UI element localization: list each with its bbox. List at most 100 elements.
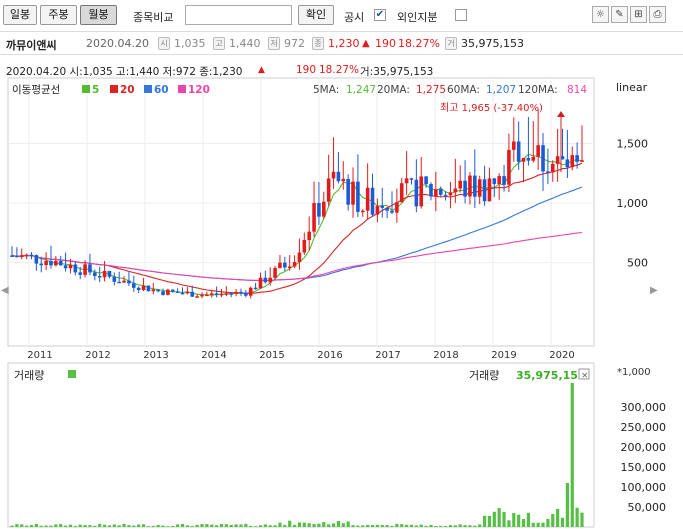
volume-bar [219, 524, 224, 527]
volume-bar [565, 483, 569, 527]
volume-bar [229, 524, 233, 527]
volume-bar [156, 525, 160, 527]
volume-bar [546, 518, 550, 527]
header-up-icon: ▲ [258, 65, 265, 75]
scroll-right-icon[interactable]: ▶ [650, 285, 658, 296]
volume-bar [239, 524, 243, 527]
crosshair-icon[interactable]: ⊞ [630, 6, 647, 23]
monthly-button[interactable]: 월봉 [80, 5, 117, 25]
volume-bar [468, 525, 472, 527]
x-tick-label: 2020 [549, 350, 574, 361]
volume-bar [575, 507, 579, 527]
pencil-icon[interactable]: ✎ [611, 6, 628, 23]
volume-bar [517, 514, 521, 527]
candle-body [244, 292, 248, 296]
scroll-left-icon[interactable]: ◀ [1, 285, 9, 296]
volume-bar [361, 525, 365, 527]
close-badge: 종 [312, 37, 324, 50]
volume-bar [322, 522, 326, 527]
candle-body [580, 160, 584, 162]
volume-bar [414, 525, 418, 527]
bulb-icon[interactable]: ☼ [592, 6, 609, 23]
scale-label[interactable]: linear [616, 81, 648, 94]
ma-title: 이동평균선 [12, 84, 60, 96]
ma120-label: 120MA: [518, 84, 558, 96]
weekly-button[interactable]: 주봉 [40, 5, 77, 25]
volume-bar [244, 523, 248, 527]
volume-bar [273, 525, 277, 527]
toolbar: 일봉 주봉 월봉 종목비교 확인 공시 ✔ 외인지분 ☼ ✎ ⊞ ⎙ [0, 0, 683, 30]
candle-body [49, 260, 53, 266]
info-low: 972 [284, 37, 305, 50]
candle-body [453, 188, 458, 193]
candle-body [10, 255, 14, 257]
volume-bar [312, 523, 316, 527]
volume-bar [54, 524, 58, 527]
volume-bar [63, 525, 68, 527]
candle-body [380, 205, 385, 208]
volume-bar [78, 524, 82, 527]
candle-body [239, 291, 243, 294]
volume-bar [34, 523, 38, 527]
ma-legend-swatch [82, 85, 90, 93]
volume-bar [292, 524, 297, 527]
chart-header: 2020.04.20 시:1,035 고:1,440 저:972 종:1,230… [0, 62, 683, 78]
confirm-button[interactable]: 확인 [298, 5, 334, 25]
candle-body [360, 210, 365, 213]
x-tick-label: 2013 [143, 350, 168, 361]
volume-bar [161, 525, 165, 527]
candle-body [370, 187, 375, 215]
volume-panel [7, 362, 595, 528]
price-chart[interactable]: 2011 2012 2013 2014 2015 2016 2017 2018 2019 2020… [0, 77, 683, 529]
ma-legend-swatch [178, 85, 186, 93]
volume-bar [253, 526, 258, 527]
volume-bar [15, 524, 19, 527]
volume-bar [93, 525, 97, 527]
volume-bar [132, 525, 136, 527]
candle-body [68, 264, 73, 269]
candle-body [351, 181, 355, 205]
volume-bar [526, 512, 531, 527]
volume-bar [302, 522, 306, 527]
disclosure-checkbox[interactable]: ✔ [374, 9, 386, 21]
info-close: 1,230 [328, 37, 360, 50]
daily-button[interactable]: 일봉 [3, 5, 37, 25]
candle-body [365, 187, 370, 211]
candle-body [550, 163, 555, 173]
volume-bar [98, 523, 102, 527]
candle-body [78, 272, 83, 275]
candle-body [434, 189, 438, 197]
compare-input[interactable] [185, 5, 292, 25]
info-change-pct: 18.27% [398, 37, 440, 50]
candle-body [356, 181, 360, 212]
candle-body [93, 272, 97, 276]
x-tick-label: 2012 [85, 350, 110, 361]
volume-bar [551, 513, 555, 527]
up-arrow-icon: ▲ [362, 38, 370, 49]
candle-body [151, 289, 156, 292]
candle-body [34, 255, 39, 264]
volume-bar [258, 525, 263, 527]
ma-values: 5MA: 1,247 20MA: 1,275 60MA: 1,207 120MA… [313, 84, 587, 96]
candle-body [200, 294, 204, 297]
foreign-checkbox[interactable] [455, 9, 467, 21]
candle-body [156, 289, 160, 292]
close-icon[interactable]: × [581, 371, 589, 381]
low-badge: 저 [268, 37, 280, 50]
compare-label: 종목비교 [133, 11, 174, 24]
volume-bar [380, 525, 384, 527]
volume-bar [556, 508, 560, 527]
candle-body [19, 255, 24, 258]
volume-tick-label: 50,000 [628, 501, 667, 514]
volume-bar [88, 525, 92, 527]
volume-legend-swatch [68, 370, 76, 378]
x-tick-label: 2019 [491, 350, 516, 361]
volume-bar [151, 525, 155, 527]
print-icon[interactable]: ⎙ [649, 6, 666, 23]
candle-body [175, 291, 180, 293]
ma20-label: 20MA: [377, 84, 410, 96]
volume-bar [205, 524, 209, 527]
candle-body [195, 296, 199, 298]
candle-body [463, 180, 467, 197]
volume-bar [49, 525, 53, 527]
